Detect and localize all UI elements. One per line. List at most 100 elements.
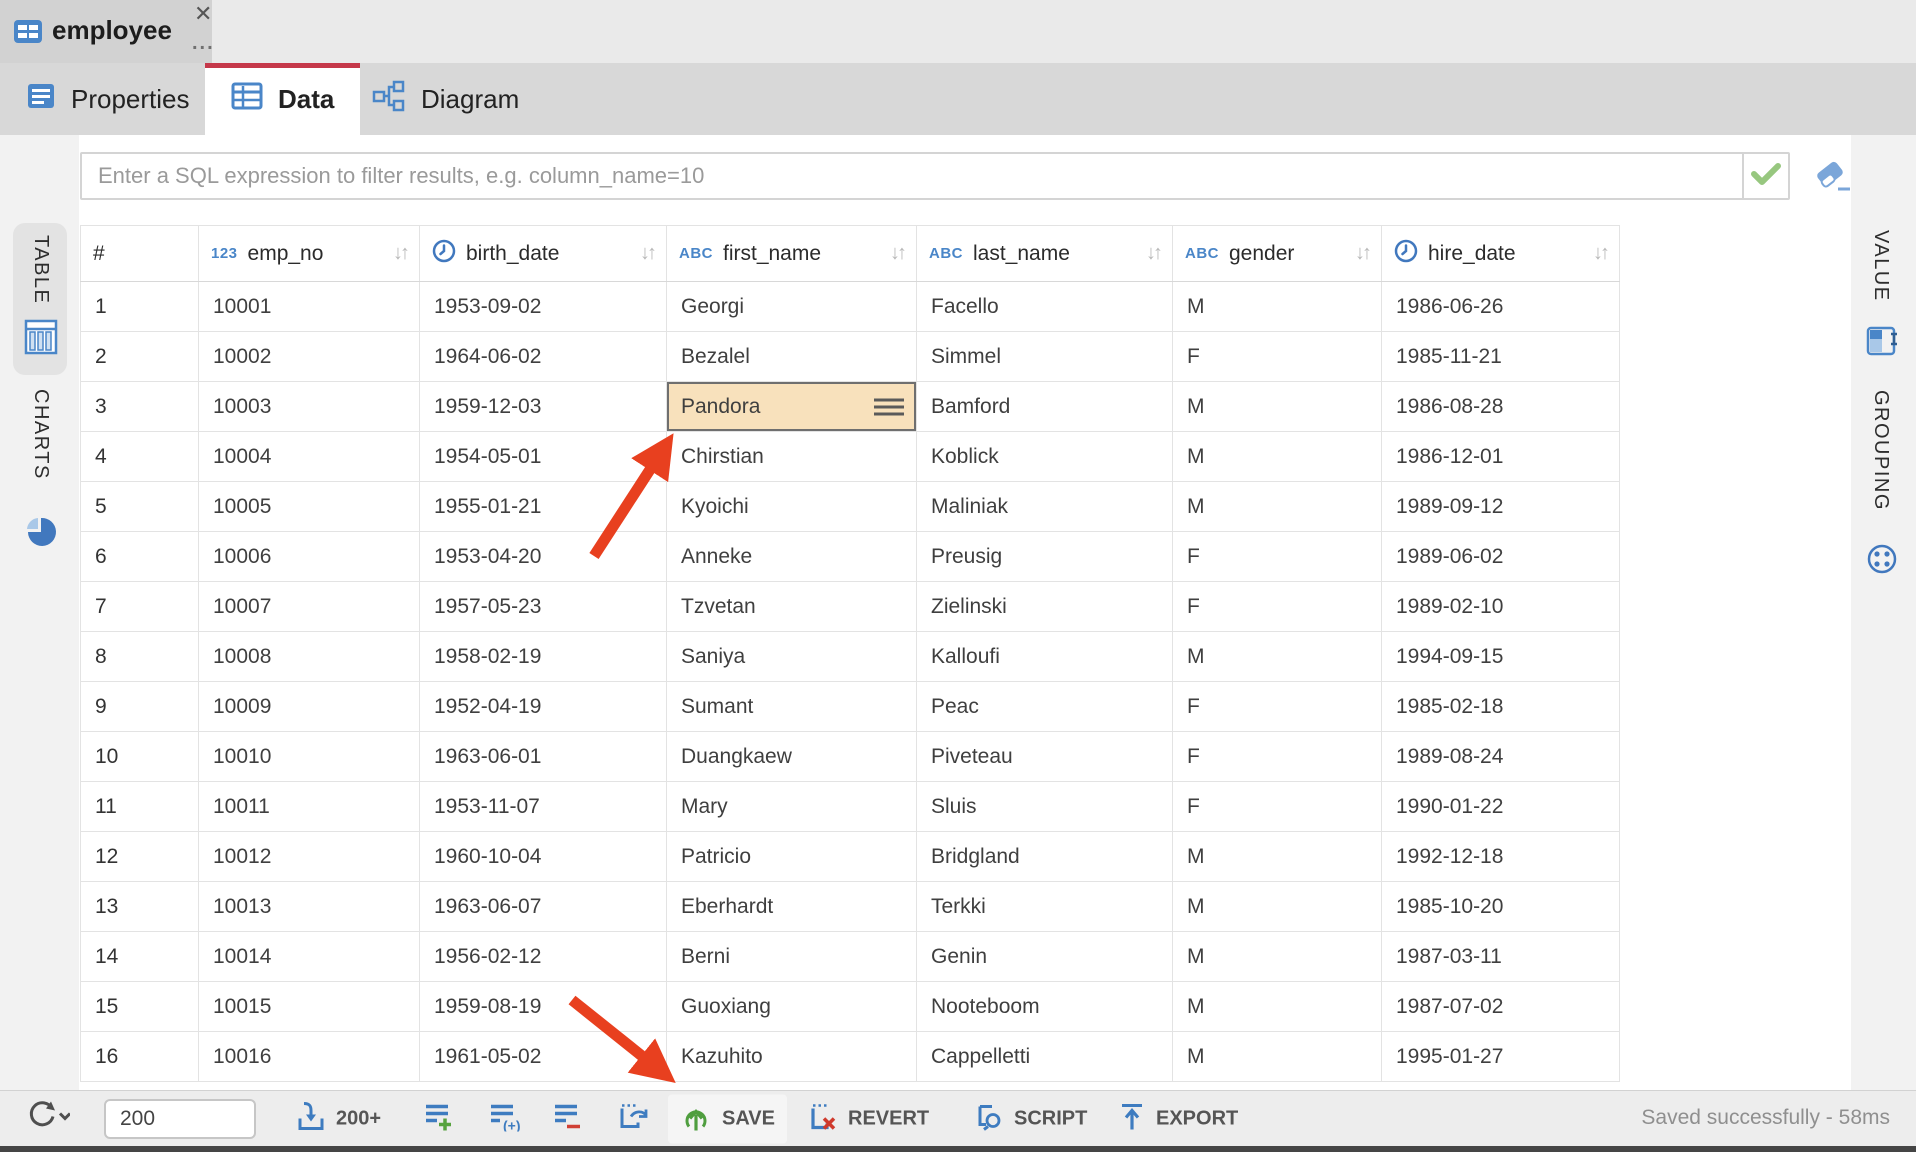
table-cell[interactable]: M xyxy=(1173,382,1382,432)
table-cell[interactable]: 1953-09-02 xyxy=(420,282,667,332)
table-cell[interactable]: 1989-09-12 xyxy=(1382,482,1620,532)
row-number-cell[interactable]: 2 xyxy=(81,332,199,382)
table-cell[interactable]: 1963-06-01 xyxy=(420,732,667,782)
row-number-cell[interactable]: 1 xyxy=(81,282,199,332)
table-cell[interactable]: 1990-01-22 xyxy=(1382,782,1620,832)
table-cell[interactable]: Chirstian xyxy=(667,432,917,482)
table-cell[interactable]: 1987-03-11 xyxy=(1382,932,1620,982)
table-cell[interactable]: Bridgland xyxy=(917,832,1173,882)
table-cell[interactable]: 10004 xyxy=(199,432,420,482)
row-number-cell[interactable]: 6 xyxy=(81,532,199,582)
table-cell[interactable]: 1956-02-12 xyxy=(420,932,667,982)
table-cell[interactable]: Cappelletti xyxy=(917,1032,1173,1082)
table-cell[interactable]: 1985-10-20 xyxy=(1382,882,1620,932)
panel-tab-grouping[interactable]: GROUPING xyxy=(1857,390,1911,590)
delete-row-button[interactable] xyxy=(553,1101,583,1136)
cell-edit-menu-icon[interactable] xyxy=(874,398,904,415)
row-number-cell[interactable]: 5 xyxy=(81,482,199,532)
table-cell[interactable]: M xyxy=(1173,482,1382,532)
table-cell[interactable]: Anneke xyxy=(667,532,917,582)
table-cell[interactable]: F xyxy=(1173,732,1382,782)
tab-diagram[interactable]: Diagram xyxy=(346,63,545,135)
table-cell[interactable]: 1959-12-03 xyxy=(420,382,667,432)
table-cell[interactable]: M xyxy=(1173,932,1382,982)
sort-icon[interactable]: ↓↑ xyxy=(393,242,407,265)
table-cell[interactable]: 1960-10-04 xyxy=(420,832,667,882)
table-cell[interactable]: Bezalel xyxy=(667,332,917,382)
sort-icon[interactable]: ↓↑ xyxy=(1355,242,1369,265)
table-cell[interactable]: 10010 xyxy=(199,732,420,782)
panel-tab-table[interactable]: TABLE xyxy=(13,223,67,375)
table-cell[interactable]: Terkki xyxy=(917,882,1173,932)
table-cell[interactable]: 1989-06-02 xyxy=(1382,532,1620,582)
table-cell[interactable]: Duangkaew xyxy=(667,732,917,782)
row-limit-input[interactable] xyxy=(104,1099,256,1139)
table-cell[interactable]: 1957-05-23 xyxy=(420,582,667,632)
sort-icon[interactable]: ↓↑ xyxy=(640,242,654,265)
table-cell[interactable]: 1963-06-07 xyxy=(420,882,667,932)
table-cell[interactable]: 10012 xyxy=(199,832,420,882)
row-number-cell[interactable]: 8 xyxy=(81,632,199,682)
table-cell[interactable]: Peac xyxy=(917,682,1173,732)
table-cell[interactable]: Georgi xyxy=(667,282,917,332)
fetch-more-button[interactable]: 200+ xyxy=(296,1100,381,1137)
edit-cell-button[interactable] xyxy=(616,1100,650,1137)
table-cell[interactable]: F xyxy=(1173,532,1382,582)
table-cell[interactable]: 1994-09-15 xyxy=(1382,632,1620,682)
row-number-cell[interactable]: 7 xyxy=(81,582,199,632)
table-cell[interactable]: 10003 xyxy=(199,382,420,432)
row-number-cell[interactable]: 13 xyxy=(81,882,199,932)
column-header-emp-no[interactable]: 123 emp_no ↓↑ xyxy=(199,226,420,282)
table-cell[interactable]: F xyxy=(1173,782,1382,832)
table-cell[interactable]: 1985-02-18 xyxy=(1382,682,1620,732)
table-cell[interactable]: F xyxy=(1173,582,1382,632)
sort-icon[interactable]: ↓↑ xyxy=(1146,242,1160,265)
tab-properties[interactable]: Properties xyxy=(0,63,216,135)
column-header-rownum[interactable]: # xyxy=(81,226,199,282)
column-header-hire-date[interactable]: hire_date ↓↑ xyxy=(1382,226,1620,282)
table-cell[interactable]: 1987-07-02 xyxy=(1382,982,1620,1032)
column-header-birth-date[interactable]: birth_date ↓↑ xyxy=(420,226,667,282)
table-cell[interactable]: 10006 xyxy=(199,532,420,582)
panel-tab-value[interactable]: VALUE xyxy=(1857,230,1911,370)
table-cell[interactable]: F xyxy=(1173,682,1382,732)
table-cell[interactable]: 1955-01-21 xyxy=(420,482,667,532)
table-cell[interactable]: 1959-08-19 xyxy=(420,982,667,1032)
table-cell[interactable]: Eberhardt xyxy=(667,882,917,932)
table-cell[interactable]: Simmel xyxy=(917,332,1173,382)
table-cell[interactable]: M xyxy=(1173,832,1382,882)
sql-filter-input[interactable] xyxy=(82,154,1742,198)
table-cell[interactable]: 10013 xyxy=(199,882,420,932)
table-cell[interactable]: 1986-06-26 xyxy=(1382,282,1620,332)
table-cell[interactable]: 1953-11-07 xyxy=(420,782,667,832)
table-cell[interactable]: Nooteboom xyxy=(917,982,1173,1032)
table-cell[interactable]: 1961-05-02 xyxy=(420,1032,667,1082)
table-cell[interactable]: Berni xyxy=(667,932,917,982)
script-button[interactable]: SCRIPT xyxy=(972,1100,1087,1137)
table-cell[interactable]: 1952-04-19 xyxy=(420,682,667,732)
row-number-cell[interactable]: 16 xyxy=(81,1032,199,1082)
table-cell[interactable]: M xyxy=(1173,632,1382,682)
table-cell[interactable]: 1989-02-10 xyxy=(1382,582,1620,632)
row-number-cell[interactable]: 3 xyxy=(81,382,199,432)
add-row-button[interactable] xyxy=(424,1101,454,1136)
table-cell[interactable]: F xyxy=(1173,332,1382,382)
table-cell[interactable]: M xyxy=(1173,1032,1382,1082)
table-cell[interactable]: Preusig xyxy=(917,532,1173,582)
table-cell[interactable]: M xyxy=(1173,282,1382,332)
tab-data[interactable]: Data xyxy=(205,63,360,135)
sort-icon[interactable]: ↓↑ xyxy=(1593,242,1607,265)
table-cell[interactable]: 10011 xyxy=(199,782,420,832)
table-cell[interactable]: M xyxy=(1173,882,1382,932)
table-cell[interactable]: 1992-12-18 xyxy=(1382,832,1620,882)
table-cell[interactable]: Koblick xyxy=(917,432,1173,482)
refresh-button[interactable] xyxy=(24,1098,70,1139)
clear-filter-button[interactable] xyxy=(1812,158,1852,194)
save-button[interactable]: SAVE xyxy=(668,1094,787,1143)
table-cell[interactable]: Genin xyxy=(917,932,1173,982)
table-cell[interactable]: Sluis xyxy=(917,782,1173,832)
duplicate-row-button[interactable]: (+) xyxy=(489,1101,523,1136)
table-cell[interactable]: Tzvetan xyxy=(667,582,917,632)
row-number-cell[interactable]: 11 xyxy=(81,782,199,832)
table-cell[interactable]: Pandora xyxy=(667,382,917,432)
